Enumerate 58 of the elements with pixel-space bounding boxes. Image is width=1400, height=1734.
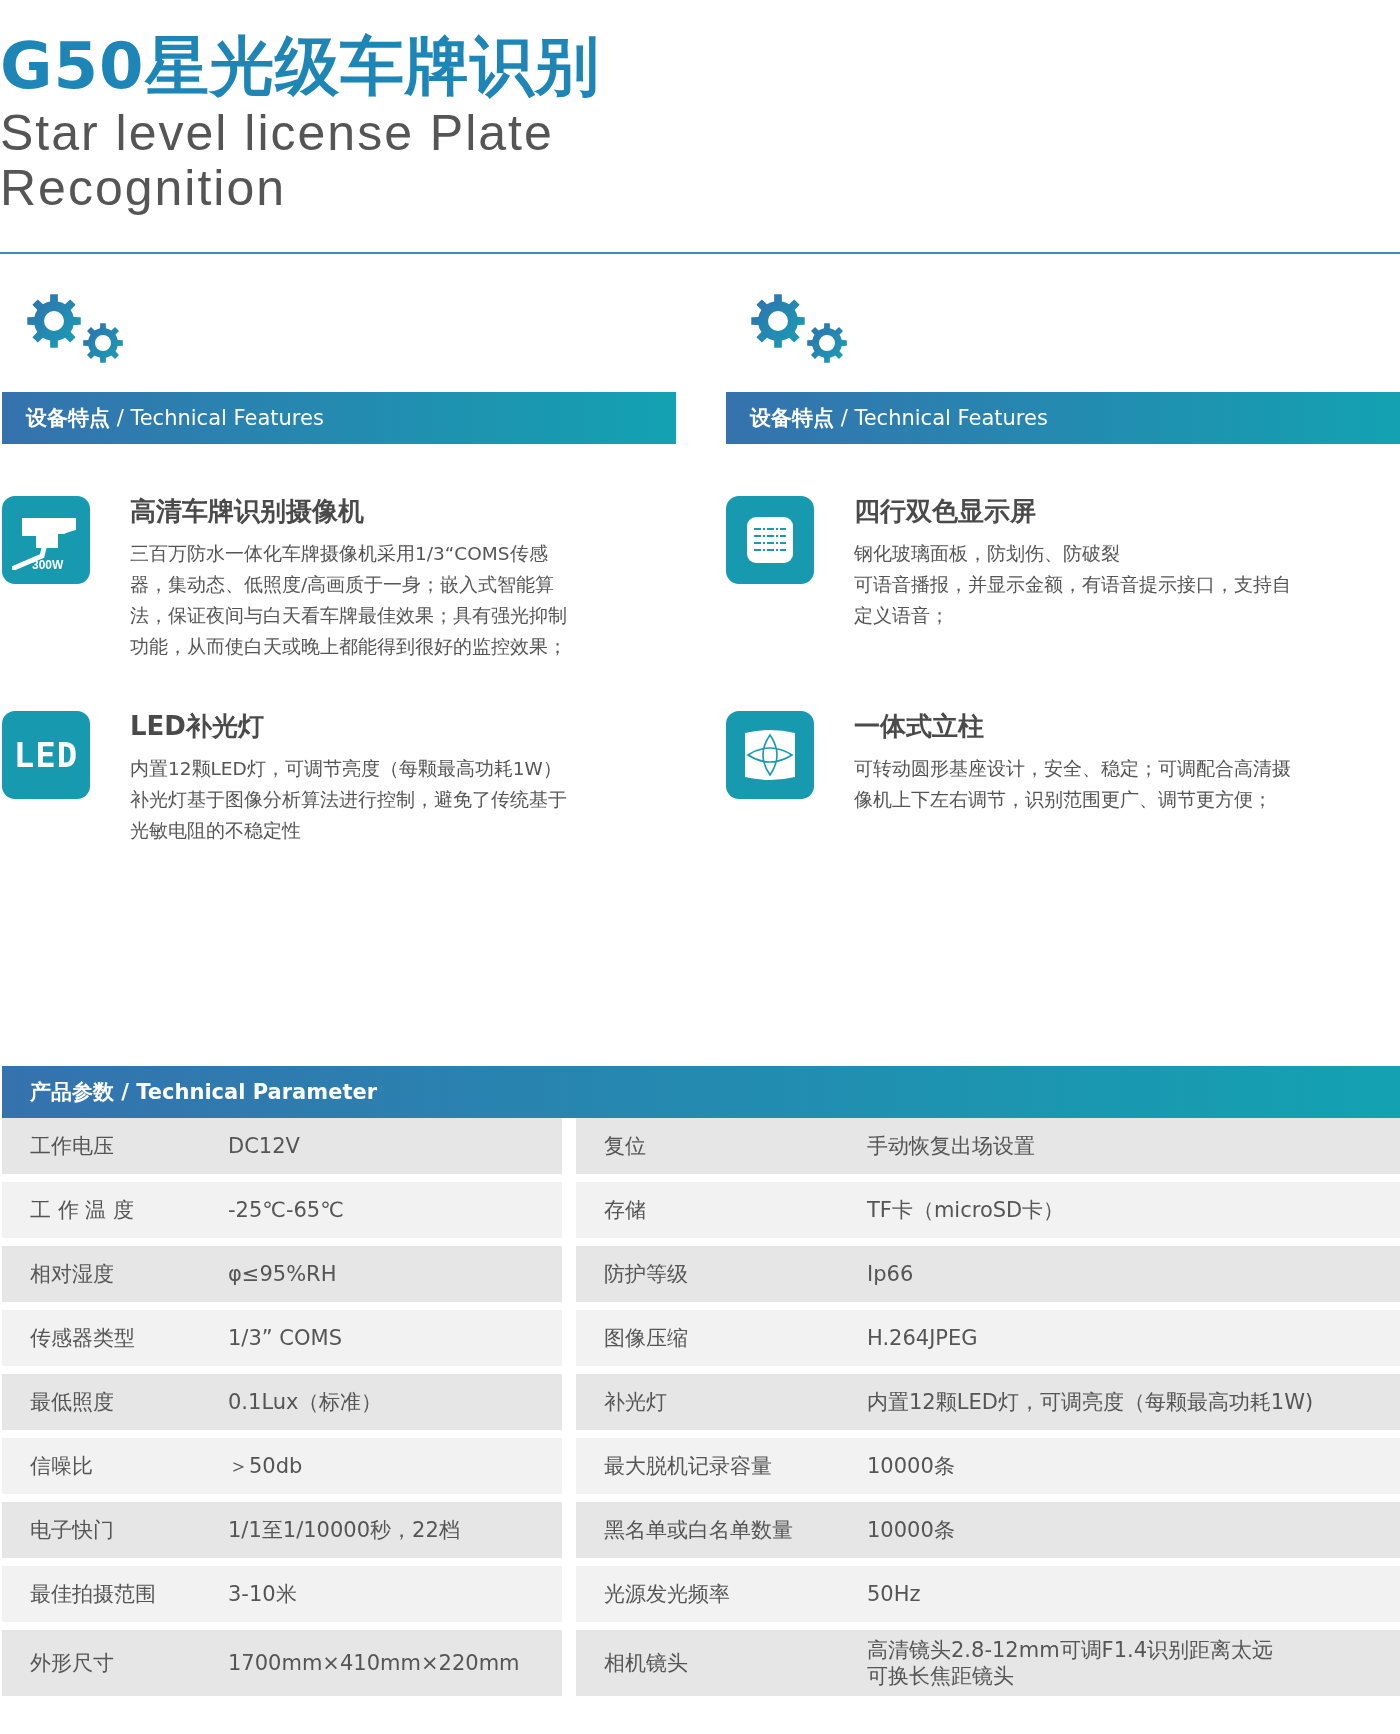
parameter-value: 1/1至1/10000秒，22档 xyxy=(228,1517,461,1543)
icon-label: 300W xyxy=(32,558,64,572)
feature-description: 可转动圆形基座设计，安全、稳定；可调配合高清摄像机上下左右调节，识别范围更广、调节更方便； xyxy=(854,757,1292,812)
feature-description: 三百万防水一体化车牌摄像机采用1/3“COMS传感器，集动态、低照度/高画质于一身；嵌入式智能算法，保证夜间与白天看车牌最佳效果；具有强光抑制功能，从而使白天或晚上都能得到很好的监控效果； xyxy=(130,542,568,659)
parameter-value: 内置12颗LED灯，可调亮度（每颗最高功耗1W) xyxy=(867,1389,1315,1415)
parameter-label: 图像压缩 xyxy=(604,1325,689,1352)
gears-icon xyxy=(751,294,849,366)
parameter-value: 可换长焦距镜头 xyxy=(867,1663,1015,1689)
parameter-label: 光源发光频率 xyxy=(604,1581,731,1608)
parameter-label: 最低照度 xyxy=(30,1389,115,1416)
parameter-label: 最佳拍摄范围 xyxy=(30,1581,157,1608)
parameter-value: H.264JPEG xyxy=(867,1325,979,1351)
gears-icon xyxy=(27,294,125,366)
parameter-value: 10000条 xyxy=(867,1453,956,1479)
parameter-label: 复位 xyxy=(604,1133,647,1160)
parameter-label: 信噪比 xyxy=(30,1453,94,1480)
parameter-label: 黑名单或白名单数量 xyxy=(604,1517,794,1544)
feature-description: 内置12颗LED灯，可调节亮度（每颗最高功耗1W）补光灯基于图像分析算法进行控制，避免了传统基于光敏电阻的不稳定性 xyxy=(130,757,568,843)
feature-description: 可语音播报，并显示金额，有语音提示接口，支持自定义语音； xyxy=(854,573,1292,628)
parameter-label: 工作电压 xyxy=(30,1133,115,1160)
camera-icon xyxy=(12,516,78,570)
parameter-value: 手动恢复出场设置 xyxy=(867,1133,1036,1159)
parameter-label: 相机镜头 xyxy=(604,1650,689,1677)
feature-title: 四行双色显示屏 xyxy=(854,496,1037,526)
parameter-value: 高清镜头2.8-12mm可调F1.4识别距离太远 xyxy=(867,1637,1275,1663)
feature-title: 一体式立柱 xyxy=(854,711,985,741)
parameter-label: 传感器类型 xyxy=(30,1325,136,1352)
section-heading: 设备特点 / Technical Features xyxy=(26,405,324,432)
section-heading: 产品参数 / Technical Parameter xyxy=(30,1079,378,1106)
parameter-value: -25℃-65℃ xyxy=(228,1197,345,1223)
parameter-value: ＞50db xyxy=(228,1453,304,1479)
parameter-value: Ip66 xyxy=(867,1261,915,1287)
section-heading: 设备特点 / Technical Features xyxy=(750,405,1048,432)
feature-description: 钢化玻璃面板，防划伤、防破裂 xyxy=(854,542,1121,566)
parameter-label: 外形尺寸 xyxy=(30,1650,115,1677)
parameter-label: 补光灯 xyxy=(604,1389,668,1416)
parameter-label: 工 作 温 度 xyxy=(30,1197,136,1224)
feature-title: LED补光灯 xyxy=(130,711,265,741)
parameter-label: 最大脱机记录容量 xyxy=(604,1453,773,1480)
parameter-label: 电子快门 xyxy=(30,1517,115,1544)
parameter-value: φ≤95%RH xyxy=(228,1261,338,1287)
parameter-value: DC12V xyxy=(228,1133,301,1159)
parameter-label: 相对湿度 xyxy=(30,1261,115,1288)
feature-title: 高清车牌识别摄像机 xyxy=(130,496,365,526)
parameter-value: 50Hz xyxy=(867,1581,922,1607)
display-icon xyxy=(747,517,793,563)
pillar-icon xyxy=(745,728,795,782)
parameter-value: 10000条 xyxy=(867,1517,956,1543)
parameter-value: TF卡（microSD卡） xyxy=(867,1197,1066,1223)
icon-label: LED xyxy=(13,735,79,775)
parameter-value: 0.1Lux（标准） xyxy=(228,1389,384,1415)
parameter-label: 存储 xyxy=(604,1197,647,1224)
parameter-value: 1/3” COMS xyxy=(228,1325,343,1351)
page-subtitle: Star level license Plate Recognition xyxy=(0,106,555,216)
parameter-label: 防护等级 xyxy=(604,1261,689,1288)
parameter-value: 3-10米 xyxy=(228,1581,298,1607)
parameter-value: 1700mm×410mm×220mm xyxy=(228,1650,521,1676)
page-title: G50星光级车牌识别 xyxy=(0,28,601,105)
